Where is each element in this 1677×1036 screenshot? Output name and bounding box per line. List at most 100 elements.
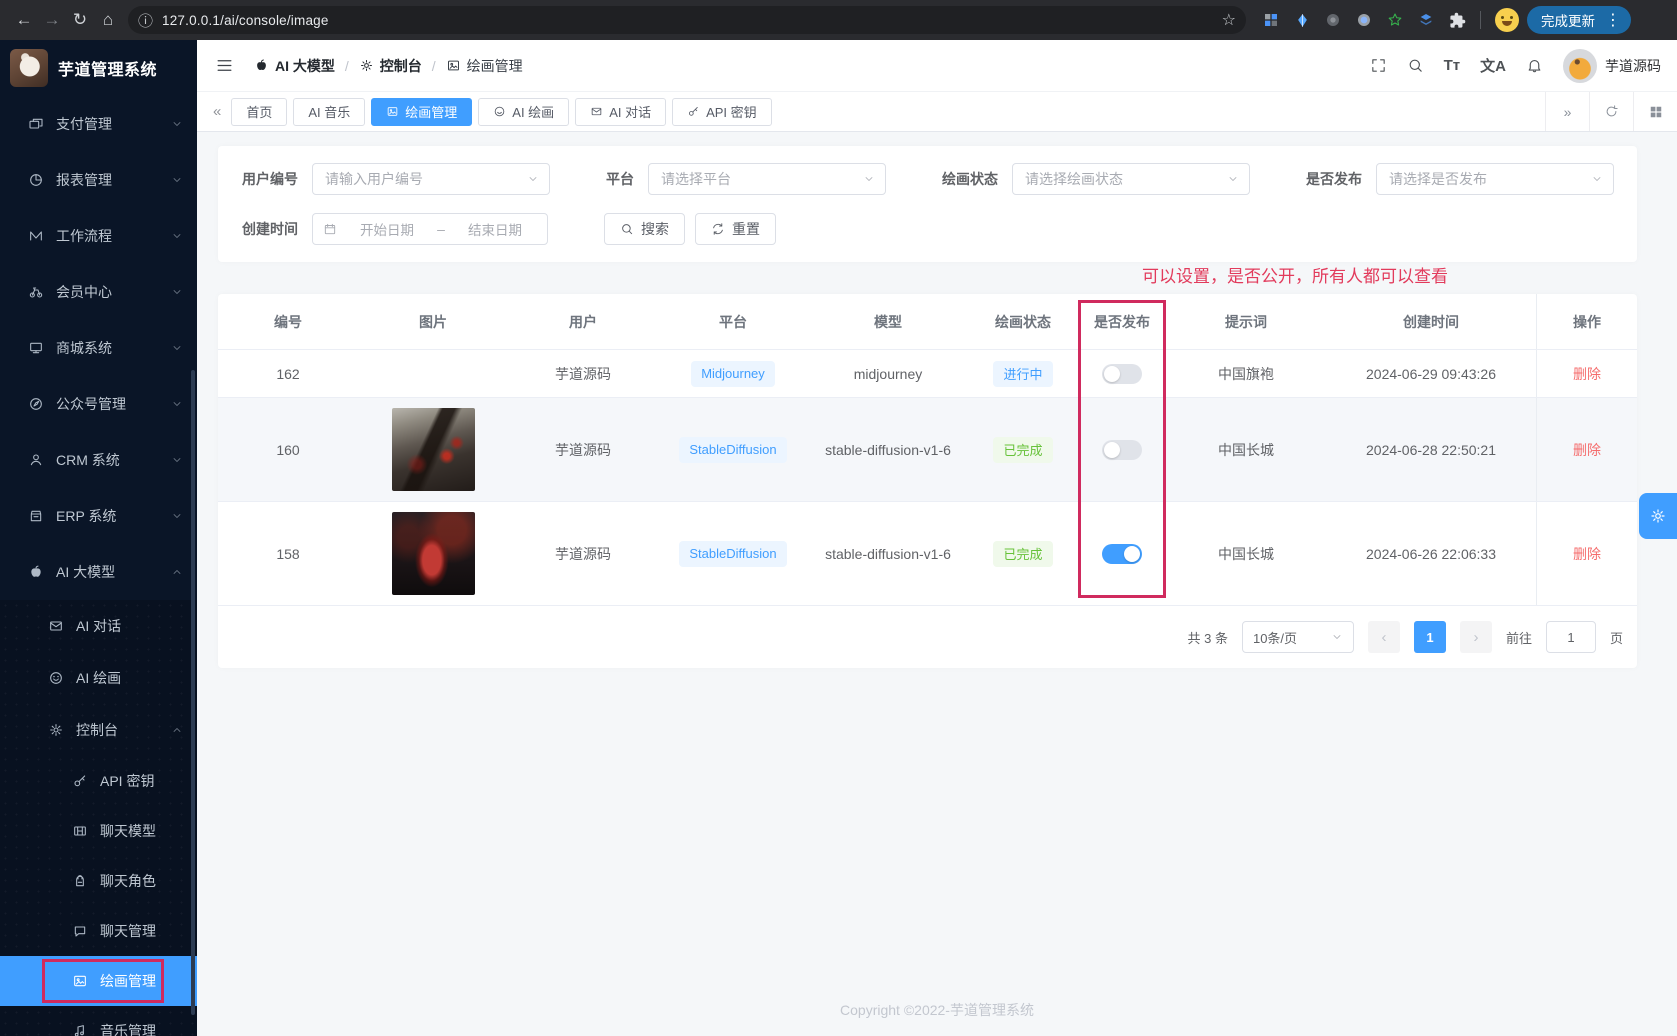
brand-logo bbox=[10, 49, 48, 87]
sidebar-item-payment[interactable]: 支付管理 bbox=[0, 96, 197, 152]
tab-api-key[interactable]: API 密钥 bbox=[672, 98, 772, 126]
tabs-scroll-right-icon[interactable]: » bbox=[1545, 92, 1589, 131]
user-id-select[interactable] bbox=[312, 163, 550, 195]
refresh-tab-icon[interactable] bbox=[1589, 92, 1633, 131]
goto-page-input[interactable] bbox=[1546, 621, 1596, 653]
publish-input[interactable] bbox=[1389, 171, 1591, 187]
sidebar-item-api-key[interactable]: API 密钥 bbox=[0, 756, 197, 806]
sidebar-item-official-account[interactable]: 公众号管理 bbox=[0, 376, 197, 432]
breadcrumb: AI 大模型 / 控制台 / 绘画管理 bbox=[254, 56, 523, 76]
delete-button[interactable]: 删除 bbox=[1573, 544, 1601, 564]
panel-icon bbox=[72, 823, 88, 839]
sidebar-item-image-manage[interactable]: 绘画管理 bbox=[0, 956, 197, 1006]
menu-collapse-icon[interactable] bbox=[211, 52, 238, 79]
ext-layers-icon[interactable] bbox=[1417, 11, 1435, 29]
settings-fab-button[interactable] bbox=[1639, 493, 1677, 539]
current-page-button[interactable]: 1 bbox=[1414, 621, 1446, 653]
browser-profile-avatar[interactable] bbox=[1495, 8, 1519, 32]
delete-button[interactable]: 删除 bbox=[1573, 364, 1601, 384]
forward-icon[interactable]: → bbox=[38, 6, 66, 34]
chevron-down-icon bbox=[171, 510, 183, 522]
sidebar-item-member[interactable]: 会员中心 bbox=[0, 264, 197, 320]
ext-circle-blue-icon[interactable] bbox=[1355, 11, 1373, 29]
col-action: 操作 bbox=[1536, 294, 1637, 349]
fullscreen-icon[interactable] bbox=[1370, 57, 1387, 74]
publish-select[interactable] bbox=[1376, 163, 1614, 195]
page-unit-label: 页 bbox=[1610, 628, 1623, 647]
page-size-select[interactable]: 10条/页 bbox=[1242, 621, 1354, 653]
sidebar-item-ai-model[interactable]: AI 大模型 bbox=[0, 544, 197, 600]
search-button[interactable]: 搜索 bbox=[604, 213, 685, 245]
row-image-thumbnail[interactable] bbox=[392, 512, 475, 595]
platform-input[interactable] bbox=[661, 171, 863, 187]
layout-grid-icon[interactable] bbox=[1633, 92, 1677, 131]
tab-image-manage[interactable]: 绘画管理 bbox=[371, 98, 472, 126]
cell-user: 芋道源码 bbox=[508, 440, 658, 460]
sidebar-scrollbar[interactable] bbox=[191, 370, 195, 1015]
user-menu[interactable]: 芋道源码 bbox=[1563, 49, 1661, 83]
notification-bell-icon[interactable] bbox=[1526, 57, 1543, 74]
row-image-thumbnail[interactable] bbox=[392, 408, 475, 491]
site-info-icon[interactable]: ⓘ bbox=[138, 10, 153, 31]
sidebar-item-console[interactable]: 控制台 bbox=[0, 704, 197, 756]
browser-menu-icon[interactable]: ⋮ bbox=[1601, 10, 1625, 30]
language-icon[interactable]: 文A bbox=[1480, 55, 1506, 76]
tabs-scroll-left-icon[interactable]: « bbox=[205, 103, 229, 120]
sidebar-item-chat-model[interactable]: 聊天模型 bbox=[0, 806, 197, 856]
smiley-icon bbox=[48, 670, 64, 686]
font-size-icon[interactable]: Tᴛ bbox=[1444, 57, 1461, 74]
tab-home[interactable]: 首页 bbox=[231, 98, 287, 126]
create-time-range-picker[interactable]: 开始日期 – 结束日期 bbox=[312, 213, 548, 245]
filter-user-id-label: 用户编号 bbox=[242, 169, 298, 189]
back-icon[interactable]: ← bbox=[10, 6, 38, 34]
sidebar-item-chat-manage[interactable]: 聊天管理 bbox=[0, 906, 197, 956]
bicycle-icon bbox=[28, 284, 44, 300]
sidebar-item-erp[interactable]: ERP 系统 bbox=[0, 488, 197, 544]
breadcrumb-console[interactable]: 控制台 bbox=[359, 56, 422, 76]
user-id-input[interactable] bbox=[325, 171, 527, 187]
next-page-button[interactable]: › bbox=[1460, 621, 1492, 653]
prev-page-button[interactable]: ‹ bbox=[1368, 621, 1400, 653]
content: 用户编号 平台 bbox=[197, 132, 1677, 1036]
tab-ai-draw[interactable]: AI 绘画 bbox=[478, 98, 569, 126]
extensions-puzzle-icon[interactable] bbox=[1448, 11, 1466, 29]
draw-status-select[interactable] bbox=[1012, 163, 1250, 195]
update-button[interactable]: 完成更新 ⋮ bbox=[1527, 6, 1631, 34]
reset-button[interactable]: 重置 bbox=[695, 213, 776, 245]
chevron-down-icon bbox=[863, 173, 875, 185]
sidebar-item-chat-role[interactable]: 聊天角色 bbox=[0, 856, 197, 906]
pagination: 共 3 条 10条/页 ‹ 1 › 前往 页 bbox=[218, 606, 1637, 668]
sidebar-item-report[interactable]: 报表管理 bbox=[0, 152, 197, 208]
ext-star-icon[interactable] bbox=[1386, 11, 1404, 29]
reload-icon[interactable]: ↻ bbox=[66, 6, 94, 34]
bookmark-star-icon[interactable]: ☆ bbox=[1222, 10, 1236, 30]
ext-grid-icon[interactable] bbox=[1262, 11, 1280, 29]
search-icon[interactable] bbox=[1407, 57, 1424, 74]
col-platform: 平台 bbox=[658, 312, 808, 332]
sidebar-item-mall[interactable]: 商城系统 bbox=[0, 320, 197, 376]
publish-toggle[interactable] bbox=[1102, 440, 1142, 460]
breadcrumb-ai-model[interactable]: AI 大模型 bbox=[254, 56, 335, 76]
image-icon bbox=[446, 58, 461, 73]
col-prompt: 提示词 bbox=[1166, 312, 1326, 332]
tab-ai-music[interactable]: AI 音乐 bbox=[293, 98, 365, 126]
publish-toggle[interactable] bbox=[1102, 544, 1142, 564]
tab-ai-chat[interactable]: AI 对话 bbox=[575, 98, 666, 126]
delete-button[interactable]: 删除 bbox=[1573, 440, 1601, 460]
address-bar[interactable]: ⓘ 127.0.0.1/ai/console/image ☆ bbox=[128, 6, 1246, 34]
sidebar-item-crm[interactable]: CRM 系统 bbox=[0, 432, 197, 488]
ext-circle-dark-icon[interactable] bbox=[1324, 11, 1342, 29]
sidebar-item-ai-draw[interactable]: AI 绘画 bbox=[0, 652, 197, 704]
sidebar-item-workflow[interactable]: 工作流程 bbox=[0, 208, 197, 264]
cell-model: stable-diffusion-v1-6 bbox=[808, 546, 968, 562]
sidebar-item-ai-chat[interactable]: AI 对话 bbox=[0, 600, 197, 652]
publish-toggle[interactable] bbox=[1102, 364, 1142, 384]
platform-select[interactable] bbox=[648, 163, 886, 195]
chevron-down-icon bbox=[171, 118, 183, 130]
draw-status-input[interactable] bbox=[1025, 171, 1227, 187]
sidebar-item-music-manage[interactable]: 音乐管理 bbox=[0, 1006, 197, 1036]
col-status: 绘画状态 bbox=[968, 312, 1078, 332]
home-icon[interactable]: ⌂ bbox=[94, 6, 122, 34]
ext-kite-icon[interactable] bbox=[1293, 11, 1311, 29]
cell-prompt: 中国旗袍 bbox=[1166, 364, 1326, 384]
